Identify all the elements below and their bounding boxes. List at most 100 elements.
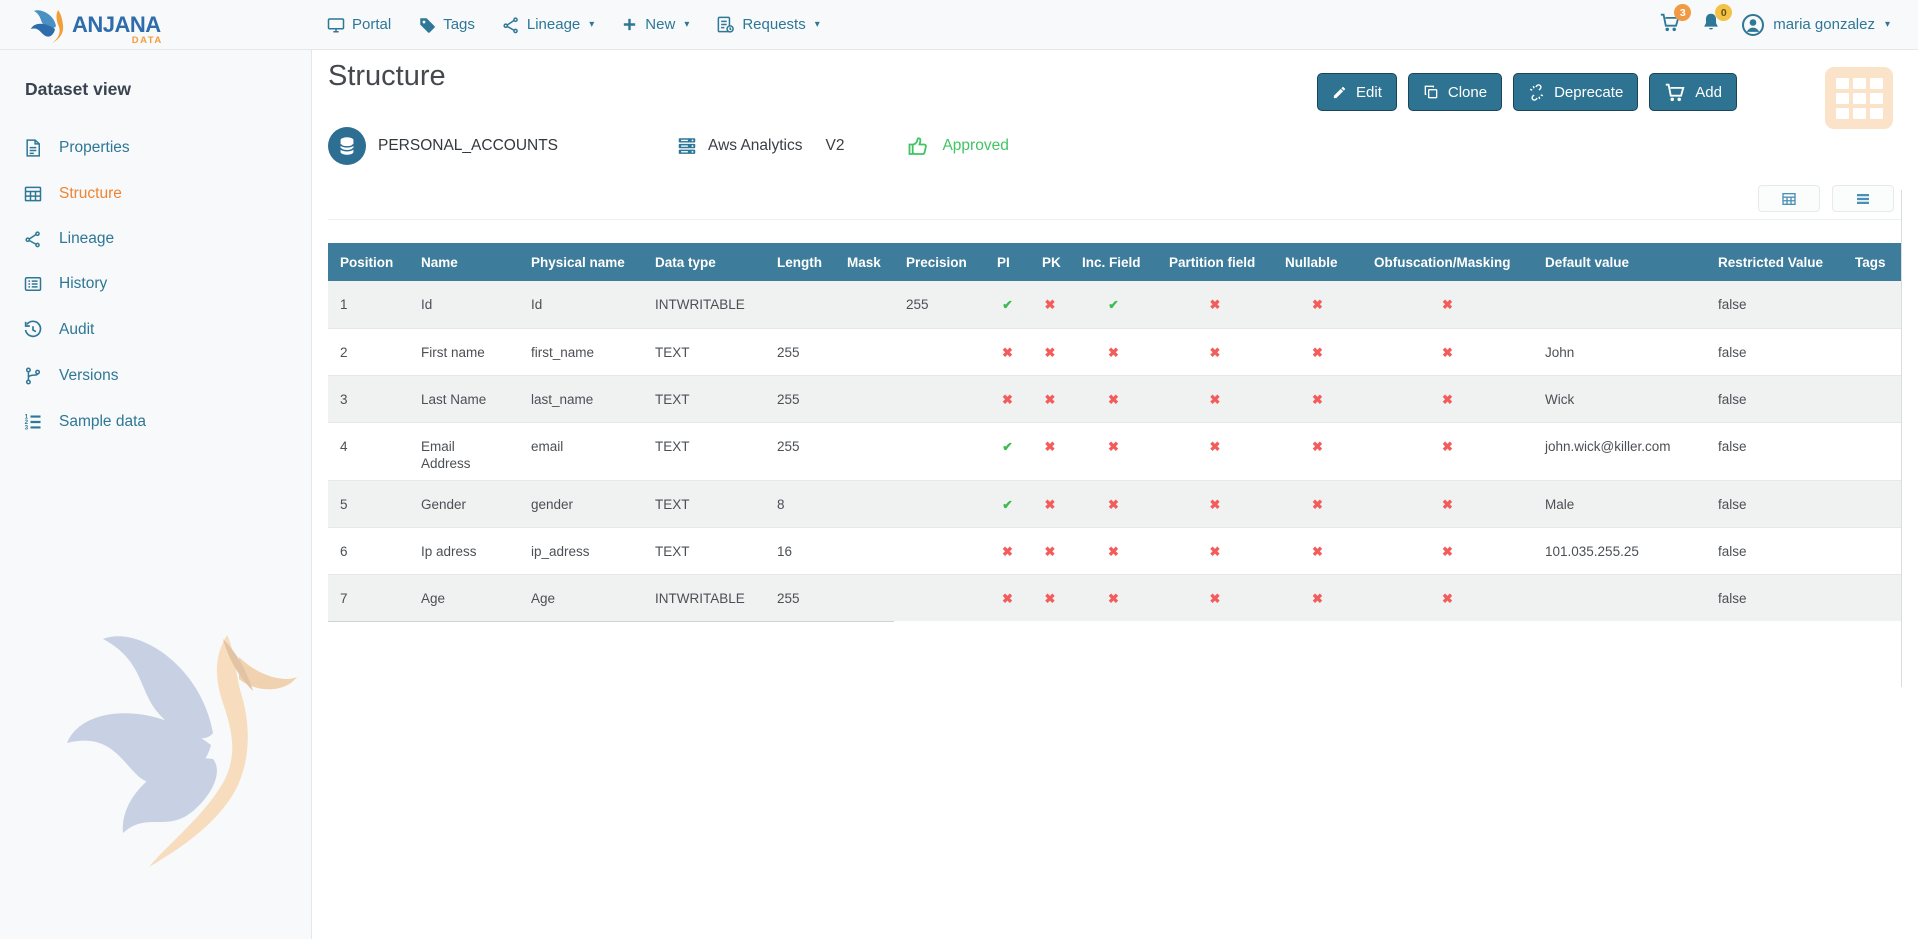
dataset-version: V2 [826, 137, 845, 155]
cell-inc_field: ✖ [1070, 574, 1157, 621]
cell-pi: ✔ [985, 480, 1030, 527]
cell-length: 255 [765, 375, 835, 422]
cell-default_value: Male [1533, 480, 1706, 527]
cell-restricted_value: false [1706, 328, 1843, 375]
status-badge: Approved [942, 137, 1008, 155]
table-row[interactable]: 1IdIdINTWRITABLE255✔✖✔✖✖✖false [328, 281, 1901, 328]
column-header-default-value[interactable]: Default value [1533, 243, 1706, 281]
column-header-pi[interactable]: PI [985, 243, 1030, 281]
nav-tags[interactable]: Tags [418, 16, 475, 34]
add-button[interactable]: Add [1649, 73, 1737, 111]
table-row[interactable]: 6Ip adressip_adressTEXT16✖✖✖✖✖✖101.035.2… [328, 527, 1901, 574]
table-header-row: PositionNamePhysical nameData typeLength… [328, 243, 1901, 281]
versions-icon [22, 366, 44, 386]
cell-physical_name: first_name [519, 328, 643, 375]
user-menu[interactable]: maria gonzalez ▾ [1741, 13, 1890, 37]
cell-data_type: TEXT [643, 422, 765, 480]
cell-length [765, 281, 835, 328]
table-row[interactable]: 2First namefirst_nameTEXT255✖✖✖✖✖✖Johnfa… [328, 328, 1901, 375]
avatar-icon [1741, 13, 1765, 37]
cross-icon: ✖ [1442, 591, 1453, 606]
cell-tags [1843, 422, 1901, 480]
topbar: ANJANA DATA Portal Tags Lineage▾ New▾ Reques… [0, 0, 1918, 50]
cross-icon: ✖ [1210, 392, 1221, 407]
edit-button[interactable]: Edit [1317, 73, 1397, 111]
column-header-restricted-value[interactable]: Restricted Value [1706, 243, 1843, 281]
cell-position: 4 [328, 422, 409, 480]
button-label: Deprecate [1554, 84, 1623, 101]
cell-length: 8 [765, 480, 835, 527]
sidebar-item-sample-data[interactable]: 123Sample data [0, 399, 311, 445]
column-header-inc-field[interactable]: Inc. Field [1070, 243, 1157, 281]
sidebar-item-versions[interactable]: Versions [0, 353, 311, 399]
cell-default_value: Wick [1533, 375, 1706, 422]
nav-portal[interactable]: Portal [327, 16, 391, 34]
column-header-partition-field[interactable]: Partition field [1157, 243, 1273, 281]
nav-lineage[interactable]: Lineage▾ [502, 16, 594, 34]
column-header-pk[interactable]: PK [1030, 243, 1070, 281]
chevron-down-icon: ▾ [815, 19, 820, 30]
nav-new[interactable]: New▾ [621, 16, 689, 33]
deprecate-button[interactable]: Deprecate [1513, 73, 1638, 111]
thumbs-up-icon [906, 134, 930, 158]
table-row[interactable]: 4Email AddressemailTEXT255✔✖✖✖✖✖john.wic… [328, 422, 1901, 480]
cell-nullable: ✖ [1273, 328, 1362, 375]
cell-name: Gender [409, 480, 519, 527]
notifications-button[interactable]: 0 [1700, 11, 1722, 38]
cross-icon: ✖ [1312, 497, 1323, 512]
list-view-button[interactable] [1832, 185, 1894, 212]
cell-position: 1 [328, 281, 409, 328]
column-header-length[interactable]: Length [765, 243, 835, 281]
cell-tags [1843, 574, 1901, 621]
chevron-down-icon: ▾ [589, 19, 594, 30]
sidebar-item-label: Audit [59, 321, 94, 339]
cross-icon: ✖ [1108, 497, 1119, 512]
clone-button[interactable]: Clone [1408, 73, 1502, 111]
cell-nullable: ✖ [1273, 527, 1362, 574]
cell-precision [894, 574, 985, 621]
column-header-physical-name[interactable]: Physical name [519, 243, 643, 281]
table-row[interactable]: 7AgeAgeINTWRITABLE255✖✖✖✖✖✖false [328, 574, 1901, 621]
cell-name: First name [409, 328, 519, 375]
sidebar-item-structure[interactable]: Structure [0, 171, 311, 217]
sidebar-item-label: Structure [59, 185, 122, 203]
anjana-logo[interactable]: ANJANA DATA [30, 5, 161, 45]
table-row[interactable]: 5GendergenderTEXT8✔✖✖✖✖✖Malefalse [328, 480, 1901, 527]
sidebar-item-history[interactable]: History [0, 261, 311, 307]
cross-icon: ✖ [1210, 439, 1221, 454]
sidebar-item-lineage[interactable]: Lineage [0, 217, 311, 261]
cell-data_type: INTWRITABLE [643, 574, 765, 621]
cross-icon: ✖ [1312, 392, 1323, 407]
cell-tags [1843, 527, 1901, 574]
column-header-precision[interactable]: Precision [894, 243, 985, 281]
list-view-icon [1855, 191, 1871, 207]
cell-restricted_value: false [1706, 574, 1843, 621]
cell-obfuscation_masking: ✖ [1362, 422, 1533, 480]
cell-position: 6 [328, 527, 409, 574]
table-view-button[interactable] [1758, 185, 1820, 212]
cross-icon: ✖ [1210, 591, 1221, 606]
sidebar-item-audit[interactable]: Audit [0, 307, 311, 353]
button-label: Edit [1356, 84, 1382, 101]
cell-default_value: john.wick@killer.com [1533, 422, 1706, 480]
nav-requests[interactable]: Requests▾ [716, 15, 819, 34]
column-header-mask[interactable]: Mask [835, 243, 894, 281]
cell-obfuscation_masking: ✖ [1362, 527, 1533, 574]
column-header-nullable[interactable]: Nullable [1273, 243, 1362, 281]
sidebar-item-properties[interactable]: Properties [0, 125, 311, 171]
sidebar: Dataset view PropertiesStructureLineageH… [0, 50, 312, 939]
cell-mask [835, 328, 894, 375]
cell-precision: 255 [894, 281, 985, 328]
table-row[interactable]: 3Last Namelast_nameTEXT255✖✖✖✖✖✖Wickfals… [328, 375, 1901, 422]
column-header-tags[interactable]: Tags [1843, 243, 1901, 281]
cart-button[interactable]: 3 [1659, 11, 1681, 38]
column-header-obfuscation-masking[interactable]: Obfuscation/Masking [1362, 243, 1533, 281]
cell-default_value: 101.035.255.25 [1533, 527, 1706, 574]
sidebar-items: Properties Structure LineageHistory Audit Ve… [0, 125, 311, 445]
cross-icon: ✖ [1108, 392, 1119, 407]
cell-obfuscation_masking: ✖ [1362, 328, 1533, 375]
column-header-name[interactable]: Name [409, 243, 519, 281]
unlink-icon [1528, 84, 1545, 101]
column-header-data-type[interactable]: Data type [643, 243, 765, 281]
column-header-position[interactable]: Position [328, 243, 409, 281]
